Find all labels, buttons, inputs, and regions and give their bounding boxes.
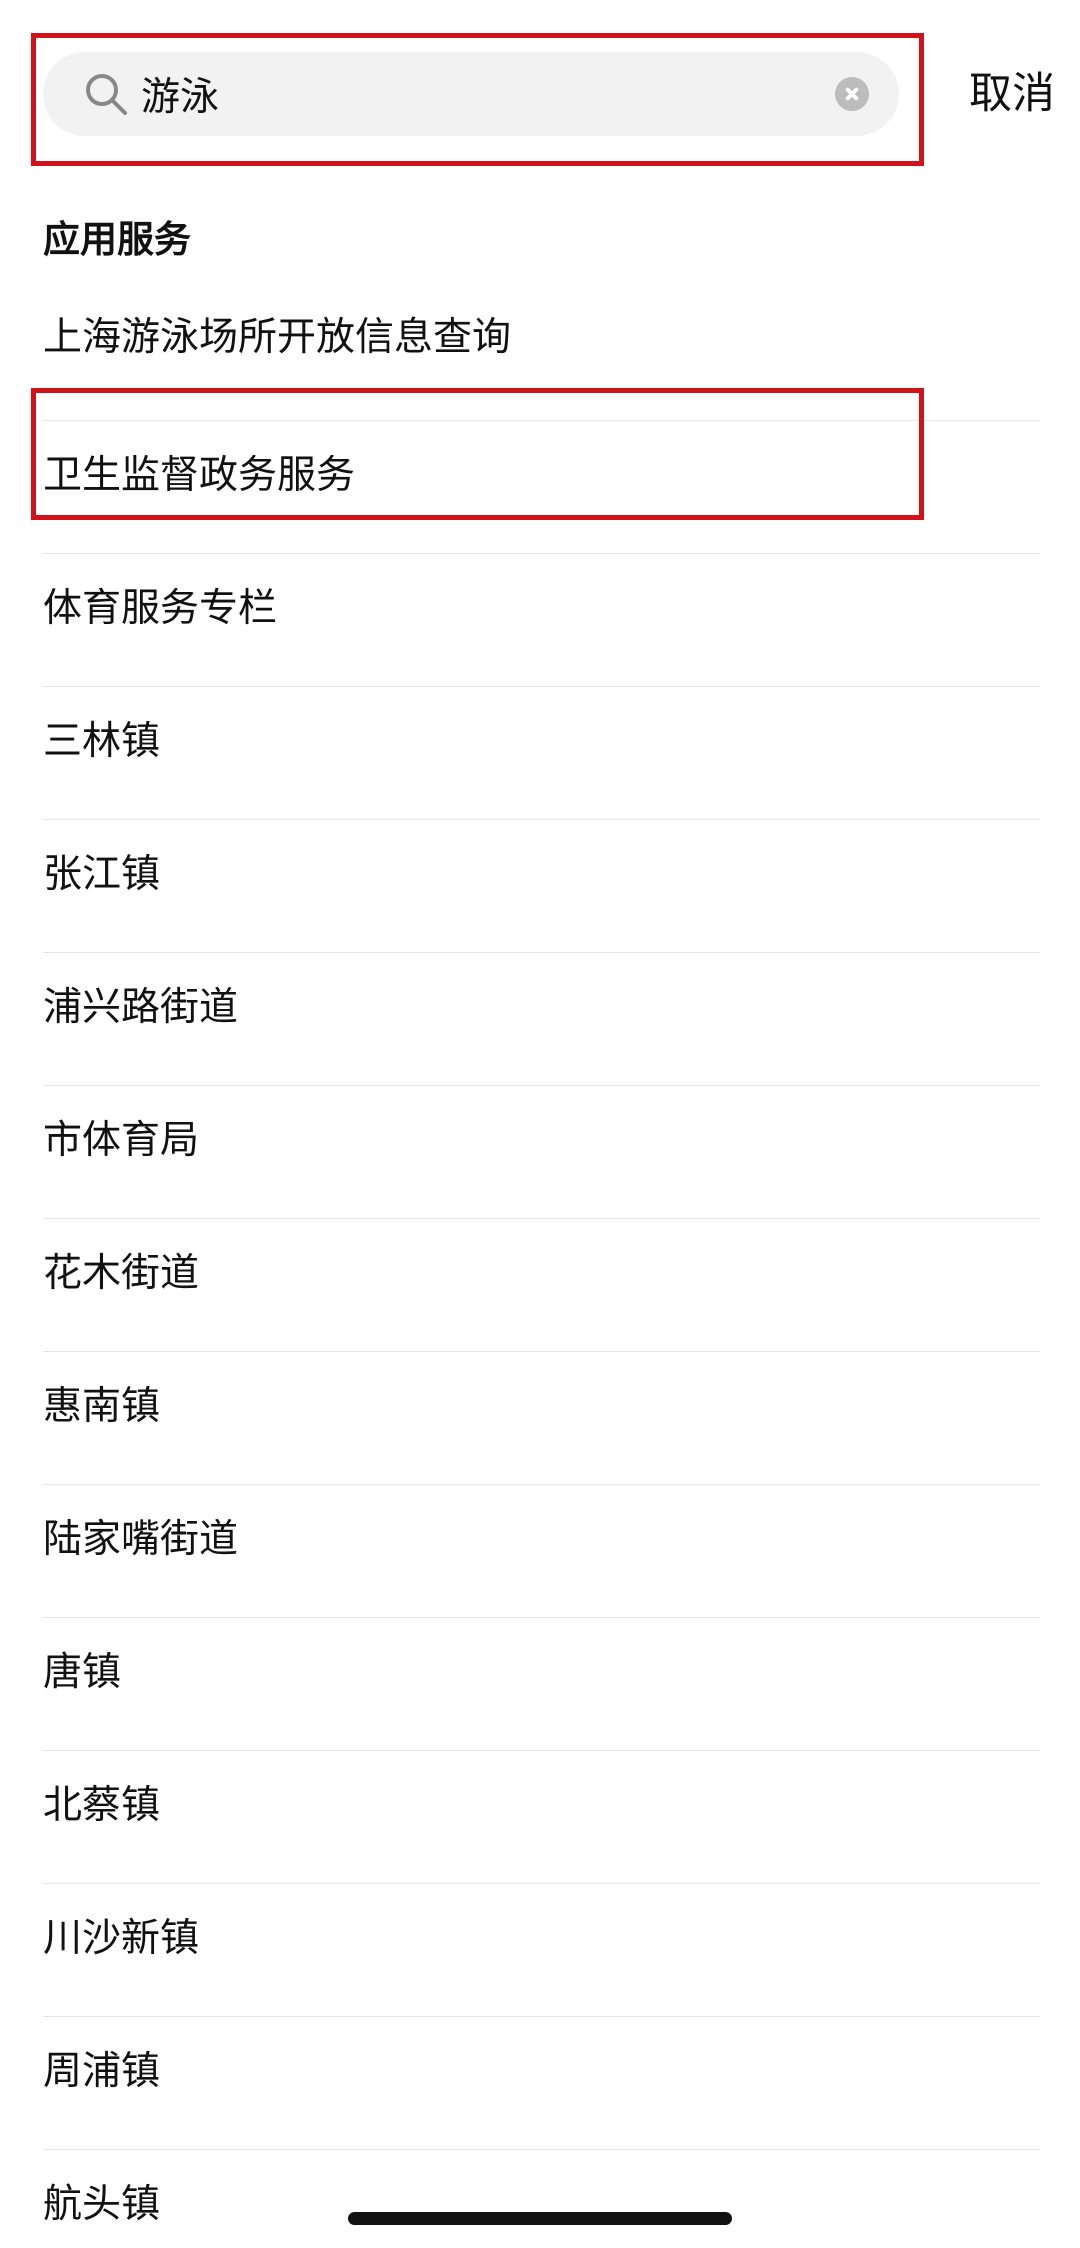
list-item-label: 三林镇	[43, 719, 161, 764]
list-item[interactable]: 周浦镇	[43, 2017, 1040, 2150]
list-item-label: 川沙新镇	[43, 1916, 200, 1961]
home-indicator[interactable]	[348, 2212, 732, 2225]
list-item-label: 唐镇	[43, 1650, 122, 1695]
list-item-label: 上海游泳场所开放信息查询	[43, 315, 512, 360]
list-item[interactable]: 花木街道	[43, 1219, 1040, 1352]
list-item-label: 市体育局	[43, 1118, 200, 1163]
list-item-label: 航头镇	[43, 2182, 161, 2227]
result-list: 上海游泳场所开放信息查询 卫生监督政务服务 体育服务专栏 三林镇 张江镇 浦兴路…	[43, 288, 1040, 2248]
list-item-label: 惠南镇	[43, 1384, 161, 1429]
list-item-label: 北蔡镇	[43, 1783, 161, 1828]
list-item[interactable]: 上海游泳场所开放信息查询	[43, 288, 1040, 421]
list-item[interactable]: 市体育局	[43, 1086, 1040, 1219]
list-item-label: 花木街道	[43, 1251, 200, 1296]
list-item[interactable]: 川沙新镇	[43, 1884, 1040, 2017]
list-item[interactable]: 体育服务专栏	[43, 554, 1040, 687]
list-item-label: 陆家嘴街道	[43, 1517, 239, 1562]
section-title: 应用服务	[43, 218, 191, 261]
list-item-label: 张江镇	[43, 852, 161, 897]
list-item[interactable]: 航头镇	[43, 2150, 1040, 2248]
list-item[interactable]: 三林镇	[43, 687, 1040, 820]
list-item[interactable]: 陆家嘴街道	[43, 1485, 1040, 1618]
cancel-button[interactable]: 取消	[969, 62, 1080, 126]
list-item-label: 周浦镇	[43, 2049, 161, 2094]
list-item-label: 卫生监督政务服务	[43, 453, 356, 498]
search-input[interactable]	[141, 52, 781, 136]
list-item[interactable]: 唐镇	[43, 1618, 1040, 1751]
list-item-label: 体育服务专栏	[43, 586, 278, 631]
list-item[interactable]: 北蔡镇	[43, 1751, 1040, 1884]
clear-icon[interactable]	[835, 77, 869, 111]
search-bar[interactable]	[43, 52, 899, 136]
list-item[interactable]: 卫生监督政务服务	[43, 421, 1040, 554]
list-item[interactable]: 惠南镇	[43, 1352, 1040, 1485]
search-results-page: 取消 应用服务 上海游泳场所开放信息查询 卫生监督政务服务 体育服务专栏 三林镇…	[0, 0, 1080, 2248]
list-item-label: 浦兴路街道	[43, 985, 239, 1030]
list-item[interactable]: 张江镇	[43, 820, 1040, 953]
search-icon	[86, 74, 127, 115]
list-item[interactable]: 浦兴路街道	[43, 953, 1040, 1086]
